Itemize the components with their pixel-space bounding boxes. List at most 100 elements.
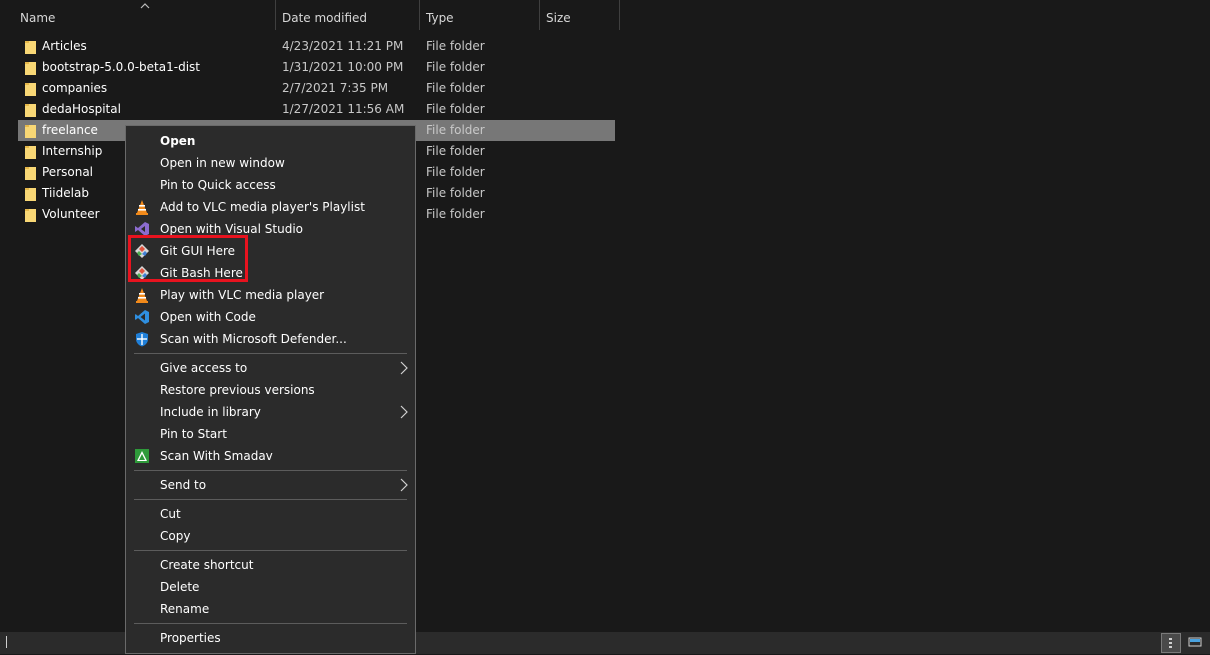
menu-item-delete[interactable]: Delete: [126, 576, 415, 598]
menu-item-label: Open with Code: [160, 310, 256, 324]
file-name: Articles: [42, 39, 87, 53]
menu-item-vlc-playlist[interactable]: Add to VLC media player's Playlist: [126, 196, 415, 218]
file-name: Internship: [42, 144, 103, 158]
git-icon: [135, 244, 149, 258]
file-type: File folder: [426, 144, 485, 158]
menu-item-label: Play with VLC media player: [160, 288, 325, 302]
file-row[interactable]: bootstrap-5.0.0-beta1-dist 1/31/2021 10:…: [18, 57, 615, 78]
menu-item-create-shortcut[interactable]: Create shortcut: [126, 554, 415, 576]
file-name: Tiidelab: [42, 186, 89, 200]
menu-item-label: Create shortcut: [160, 558, 254, 572]
file-type: File folder: [426, 186, 485, 200]
file-type: File folder: [426, 60, 485, 74]
menu-item-label: Scan with Microsoft Defender...: [160, 332, 347, 346]
file-date: 4/23/2021 11:21 PM: [282, 39, 404, 53]
file-name: Personal: [42, 165, 94, 179]
menu-item-label: Delete: [160, 580, 200, 594]
folder-icon: [25, 209, 36, 222]
menu-item-open[interactable]: Open: [126, 130, 415, 152]
menu-item-give-access[interactable]: Give access to: [126, 357, 415, 379]
folder-icon: [25, 62, 36, 75]
menu-item-label: Add to VLC media player's Playlist: [160, 200, 365, 214]
menu-item-open-visual-studio[interactable]: Open with Visual Studio: [126, 218, 415, 240]
file-row[interactable]: dedaHospital 1/27/2021 11:56 AM File fol…: [18, 99, 615, 120]
chevron-right-icon: [400, 405, 408, 419]
menu-item-label: Pin to Quick access: [160, 178, 276, 192]
menu-item-label: Pin to Start: [160, 427, 227, 441]
folder-icon: [25, 125, 36, 138]
defender-icon: [136, 332, 148, 347]
menu-separator: [134, 470, 407, 471]
column-header-type[interactable]: Type: [420, 0, 540, 30]
vscode-icon: [135, 310, 149, 324]
sort-ascending-icon: [140, 3, 150, 9]
menu-separator: [134, 623, 407, 624]
details-view-icon: [1169, 638, 1172, 648]
column-header-type-label: Type: [426, 11, 454, 25]
menu-item-label: Include in library: [160, 405, 261, 419]
file-date: 2/7/2021 7:35 PM: [282, 81, 389, 95]
menu-item-properties[interactable]: Properties: [126, 627, 415, 649]
menu-item-label: Properties: [160, 631, 221, 645]
menu-item-git-gui[interactable]: Git GUI Here: [126, 240, 415, 262]
vlc-icon: [136, 288, 148, 303]
menu-item-label: Copy: [160, 529, 191, 543]
menu-item-label: Send to: [160, 478, 207, 492]
vlc-icon: [136, 200, 148, 215]
folder-icon: [25, 41, 36, 54]
file-name: dedaHospital: [42, 102, 121, 116]
menu-separator: [134, 499, 407, 500]
large-icons-view-icon: [1188, 637, 1202, 647]
folder-icon: [25, 104, 36, 117]
menu-item-scan-defender[interactable]: Scan with Microsoft Defender...: [126, 328, 415, 350]
menu-item-open-with-code[interactable]: Open with Code: [126, 306, 415, 328]
chevron-right-icon: [400, 478, 408, 492]
file-date: 1/27/2021 11:56 AM: [282, 102, 405, 116]
column-header-date-modified[interactable]: Date modified: [276, 0, 420, 30]
details-view-button[interactable]: [1161, 633, 1181, 653]
file-name: bootstrap-5.0.0-beta1-dist: [42, 60, 200, 74]
file-name: freelance: [42, 123, 98, 137]
menu-item-scan-smadav[interactable]: Scan With Smadav: [126, 445, 415, 467]
column-header-size[interactable]: Size: [540, 0, 620, 30]
menu-item-pin-start[interactable]: Pin to Start: [126, 423, 415, 445]
file-name: Volunteer: [42, 207, 100, 221]
menu-item-play-vlc[interactable]: Play with VLC media player: [126, 284, 415, 306]
menu-item-git-bash[interactable]: Git Bash Here: [126, 262, 415, 284]
file-type: File folder: [426, 81, 485, 95]
menu-item-cut[interactable]: Cut: [126, 503, 415, 525]
column-header-size-label: Size: [546, 11, 571, 25]
column-header-date-label: Date modified: [282, 11, 368, 25]
menu-separator: [134, 550, 407, 551]
menu-item-pin-quick-access[interactable]: Pin to Quick access: [126, 174, 415, 196]
file-type: File folder: [426, 39, 485, 53]
file-type: File folder: [426, 102, 485, 116]
menu-item-label: Give access to: [160, 361, 248, 375]
folder-icon: [25, 83, 36, 96]
context-menu: Open Open in new window Pin to Quick acc…: [125, 125, 416, 654]
menu-item-rename[interactable]: Rename: [126, 598, 415, 620]
menu-item-restore-versions[interactable]: Restore previous versions: [126, 379, 415, 401]
file-row[interactable]: companies 2/7/2021 7:35 PM File folder: [18, 78, 615, 99]
menu-item-label: Open: [160, 134, 196, 148]
menu-item-open-new-window[interactable]: Open in new window: [126, 152, 415, 174]
folder-icon: [25, 188, 36, 201]
column-header-name-label: Name: [20, 11, 56, 25]
chevron-right-icon: [400, 361, 408, 375]
git-icon: [135, 266, 149, 280]
visual-studio-icon: [135, 222, 149, 236]
large-icons-view-button[interactable]: [1186, 633, 1206, 653]
folder-icon: [25, 167, 36, 180]
smadav-icon: [135, 449, 149, 463]
menu-item-copy[interactable]: Copy: [126, 525, 415, 547]
menu-item-label: Git GUI Here: [160, 244, 236, 258]
menu-item-label: Rename: [160, 602, 210, 616]
menu-item-label: Open in new window: [160, 156, 285, 170]
file-type: File folder: [426, 207, 485, 221]
status-bar-caret: [6, 636, 7, 648]
menu-item-label: Cut: [160, 507, 181, 521]
menu-item-label: Open with Visual Studio: [160, 222, 303, 236]
menu-item-send-to[interactable]: Send to: [126, 474, 415, 496]
menu-item-include-library[interactable]: Include in library: [126, 401, 415, 423]
file-row[interactable]: Articles 4/23/2021 11:21 PM File folder: [18, 36, 615, 57]
